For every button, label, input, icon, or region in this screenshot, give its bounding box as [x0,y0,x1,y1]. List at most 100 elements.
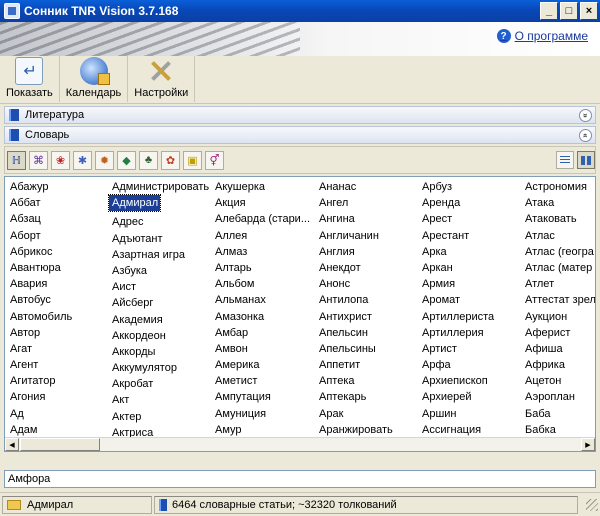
list-item[interactable]: Артист [419,341,521,357]
list-item[interactable]: Аукцион [522,309,595,325]
list-item[interactable]: Астрономия [522,179,595,195]
list-item[interactable]: Аттестат зрел [522,292,595,308]
list-item[interactable]: Атака [522,195,595,211]
list-item[interactable]: Автомобиль [7,309,109,325]
horizontal-scrollbar[interactable]: ◀ ▶ [5,437,595,451]
category-butterfly-icon[interactable]: ✿ [161,150,180,170]
list-item[interactable]: Айсберг [109,295,211,311]
category-tools-icon[interactable]: ⌘ [29,150,48,170]
expand-chevron-icon[interactable]: » [579,108,592,122]
list-item[interactable]: Ампутация [212,389,314,405]
list-item[interactable]: Бабка [522,422,595,438]
list-item[interactable]: Атлет [522,276,595,292]
list-item[interactable]: Автор [7,325,109,341]
list-item[interactable]: Абзац [7,211,109,227]
list-item[interactable]: Аккордеон [109,328,211,344]
list-item[interactable]: Ад [7,406,109,422]
list-item[interactable]: Афиша [522,341,595,357]
list-item[interactable]: Агония [7,389,109,405]
list-item[interactable]: Арак [316,406,418,422]
list-item[interactable]: Артиллерия [419,325,521,341]
category-plant-icon[interactable]: ♣ [139,150,158,170]
list-item[interactable]: Атлас (матер [522,260,595,276]
list-item[interactable]: Адам [7,422,109,438]
show-button[interactable]: Показать [0,56,60,102]
resize-grip-icon[interactable] [586,498,598,511]
list-item[interactable]: Адъютант [109,231,211,247]
dictionary-panel-header[interactable]: Словарь « [4,126,596,144]
list-item[interactable]: Аранжировать [316,422,418,438]
list-item[interactable]: Амазонка [212,309,314,325]
list-item[interactable]: Агитатор [7,373,109,389]
list-item[interactable]: Аппетит [316,357,418,373]
list-item[interactable]: Академия [109,312,211,328]
category-note-icon[interactable]: ▣ [183,150,202,170]
list-item[interactable]: Авария [7,276,109,292]
list-item[interactable]: Аптека [316,373,418,389]
list-item[interactable]: Арка [419,244,521,260]
maximize-button[interactable]: □ [560,2,578,20]
list-item[interactable]: Авантюра [7,260,109,276]
columns-view-button[interactable] [577,151,595,169]
list-item[interactable]: Аккумулятор [109,360,211,376]
list-item[interactable]: Англия [316,244,418,260]
list-item[interactable]: Акушерка [212,179,314,195]
list-item[interactable]: Аэроплан [522,389,595,405]
scroll-left-arrow-icon[interactable]: ◀ [5,438,19,451]
list-item[interactable]: Англичанин [316,228,418,244]
list-item[interactable]: Альбом [212,276,314,292]
list-item[interactable]: Антихрист [316,309,418,325]
category-flowers-icon[interactable]: ❀ [51,150,70,170]
list-item[interactable]: Азбука [109,263,211,279]
list-item[interactable]: Амуниция [212,406,314,422]
list-item[interactable]: Атлас [522,228,595,244]
list-item[interactable]: Ассигнация [419,422,521,438]
list-item[interactable]: Амвон [212,341,314,357]
close-button[interactable]: × [580,2,598,20]
list-item[interactable]: Баба [522,406,595,422]
list-item[interactable]: Аршин [419,406,521,422]
list-item[interactable]: Аферист [522,325,595,341]
list-item[interactable]: Азартная игра [109,247,211,263]
list-item[interactable]: Акробат [109,376,211,392]
list-item[interactable]: Ангина [316,211,418,227]
about-link[interactable]: ? О программе [496,29,588,43]
list-item[interactable]: Аккорды [109,344,211,360]
minimize-button[interactable]: _ [540,2,558,20]
literature-panel-header[interactable]: Литература » [4,106,596,124]
list-item[interactable]: Арестант [419,228,521,244]
list-item[interactable]: Алтарь [212,260,314,276]
list-item[interactable]: Администрировать [109,179,211,195]
list-item[interactable]: Амур [212,422,314,438]
list-item[interactable]: Абрикос [7,244,109,260]
category-atom-icon[interactable]: ✱ [73,150,92,170]
list-item[interactable]: Альманах [212,292,314,308]
list-item[interactable]: Архиепископ [419,373,521,389]
calendar-button[interactable]: Календарь [60,56,129,102]
list-view-button[interactable] [556,151,574,169]
scroll-right-arrow-icon[interactable]: ▶ [581,438,595,451]
search-input[interactable] [4,470,596,488]
category-all-icon[interactable]: ℍ [7,150,26,170]
list-item[interactable]: Ангел [316,195,418,211]
list-item[interactable]: Артиллериста [419,309,521,325]
list-item[interactable]: Аборт [7,228,109,244]
list-item[interactable]: Алмаз [212,244,314,260]
list-item[interactable]: Аббат [7,195,109,211]
list-item[interactable]: Аптекарь [316,389,418,405]
list-item[interactable]: Аромат [419,292,521,308]
list-item[interactable]: Арест [419,211,521,227]
list-item[interactable]: Анонс [316,276,418,292]
list-item[interactable]: Апельсины [316,341,418,357]
category-sun-icon[interactable]: ✹ [95,150,114,170]
list-item[interactable]: Аркан [419,260,521,276]
category-gender-icon[interactable]: ⚥ [205,150,224,170]
collapse-chevron-icon[interactable]: « [579,128,592,142]
list-item[interactable]: Акт [109,392,211,408]
list-item[interactable]: Адрес [109,214,211,230]
list-item[interactable]: Архиерей [419,389,521,405]
list-item[interactable]: Ананас [316,179,418,195]
list-item[interactable]: Атаковать [522,211,595,227]
list-item[interactable]: Амбар [212,325,314,341]
list-item[interactable]: Адмирал [107,194,211,214]
